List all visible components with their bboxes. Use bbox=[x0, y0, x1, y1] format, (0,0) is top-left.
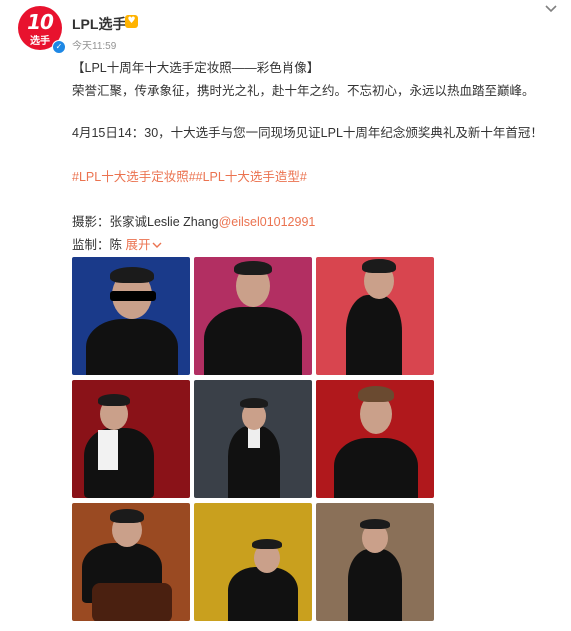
post-line-2: 4月15日14：30，十大选手与您一同现场见证LPL十周年纪念颁奖典礼及新十年首… bbox=[72, 126, 543, 140]
avatar-logo: 10 bbox=[27, 10, 54, 34]
photo-thumbnail[interactable] bbox=[72, 380, 190, 498]
photographer-mention-link[interactable]: @eilsel01012991 bbox=[219, 215, 316, 229]
photo-thumbnail[interactable] bbox=[194, 503, 312, 621]
photographer-label: 摄影：张家诚Leslie Zhang bbox=[72, 215, 219, 229]
photo-thumbnail[interactable] bbox=[194, 380, 312, 498]
photo-thumbnail[interactable] bbox=[72, 503, 190, 621]
post-title: 【LPL十周年十大选手定妆照——彩色肖像】 bbox=[72, 61, 320, 75]
photographer-credit: 摄影：张家诚Leslie Zhang@eilsel01012991 bbox=[72, 211, 562, 230]
post-line-1: 荣誉汇聚，传承象征，携时光之礼，赴十年之约。不忘初心，永远以热血踏至巅峰。 bbox=[72, 84, 535, 98]
supervisor-label: 监制：陈 bbox=[72, 238, 123, 252]
chevron-down-icon bbox=[152, 242, 162, 248]
photo-thumbnail[interactable] bbox=[316, 257, 434, 375]
supervisor-credit: 监制：陈 展开 bbox=[72, 234, 562, 253]
post-time[interactable]: 今天11:59 bbox=[72, 37, 116, 52]
photo-thumbnail[interactable] bbox=[194, 257, 312, 375]
photo-grid bbox=[72, 257, 438, 625]
hashtag-link[interactable]: #LPL十大选手造型# bbox=[196, 170, 307, 184]
photo-thumbnail[interactable] bbox=[72, 257, 190, 375]
expand-button[interactable]: 展开 bbox=[126, 238, 162, 252]
photo-thumbnail[interactable] bbox=[316, 380, 434, 498]
hashtag-link[interactable]: #LPL十大选手定妆照# bbox=[72, 170, 196, 184]
verified-icon: ✓ bbox=[52, 40, 66, 54]
photo-thumbnail[interactable] bbox=[316, 503, 434, 621]
hashtag-row: #LPL十大选手定妆照##LPL十大选手造型# bbox=[72, 166, 562, 185]
more-options-icon[interactable] bbox=[544, 2, 558, 20]
member-badge-icon[interactable]: ♥ bbox=[125, 15, 138, 28]
account-name[interactable]: LPL选手 bbox=[72, 14, 126, 34]
expand-label: 展开 bbox=[125, 238, 151, 252]
